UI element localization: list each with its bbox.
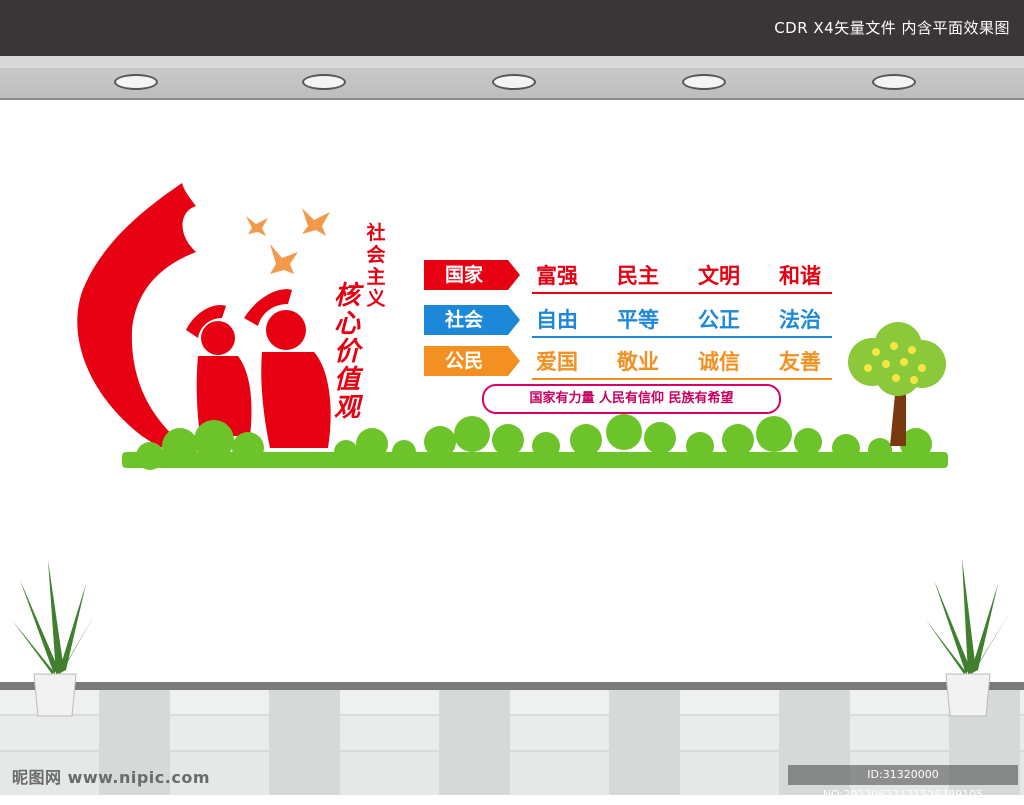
potted-plant-icon (926, 558, 1010, 717)
value-item: 和谐 (779, 264, 821, 288)
row-underline (532, 378, 832, 380)
watermark-id: ID:31320000 NO:20220822171528389105 (788, 765, 1018, 801)
watermark-site: 昵图网 www.nipic.com (12, 768, 210, 787)
slogan-vertical-title: 社会主义 (366, 222, 386, 310)
core-values-title: 核心价值观 (333, 281, 360, 423)
value-item: 富强 (536, 264, 578, 288)
motto-banner: 国家有力量 人民有信仰 民族有希望 (482, 384, 781, 414)
row-underline (532, 292, 832, 294)
tree-icon (848, 322, 946, 446)
potted-plant-icon (12, 560, 96, 717)
value-item: 民主 (617, 264, 659, 288)
value-item: 文明 (698, 264, 740, 288)
value-item: 爱国 (536, 350, 578, 374)
value-item: 法治 (779, 308, 821, 332)
row-label-nation: 国家 (444, 264, 483, 286)
value-item: 平等 (617, 308, 659, 332)
flag-icon (77, 183, 196, 453)
value-item: 敬业 (617, 350, 659, 374)
row-label-citizen: 公民 (444, 350, 483, 372)
row-underline (532, 336, 832, 338)
dove-icon (246, 208, 330, 274)
value-item: 自由 (536, 308, 578, 332)
value-item: 诚信 (698, 350, 740, 374)
row-label-society: 社会 (444, 309, 483, 331)
value-item: 公正 (698, 308, 740, 332)
value-item: 友善 (779, 350, 821, 374)
